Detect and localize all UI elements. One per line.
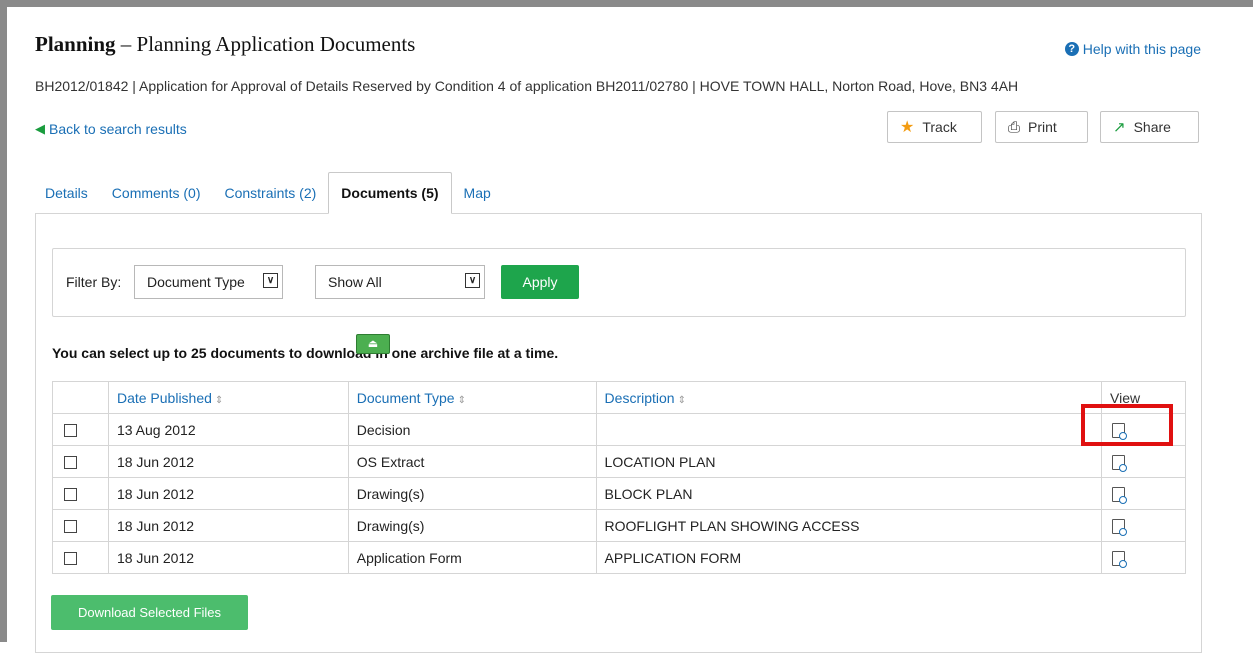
row-checkbox[interactable] [64, 424, 77, 438]
date-published-header[interactable]: Date Published ⇕ [107, 381, 349, 414]
back-link-label: Back to search results [49, 121, 187, 137]
track-label: Track [922, 119, 957, 135]
arrow-left-icon: ◀ [35, 121, 45, 136]
document-type-select[interactable]: Document Type ∨ [134, 265, 283, 299]
view-document-icon[interactable] [1112, 486, 1128, 504]
tab-documents[interactable]: Documents (5) [328, 172, 452, 214]
view-document-icon[interactable] [1112, 518, 1128, 536]
view-cell [1101, 445, 1186, 478]
view-cell [1101, 477, 1186, 510]
share-label: Share [1133, 119, 1171, 135]
date-cell: 18 Jun 2012 [107, 509, 349, 542]
download-selected-button[interactable]: Download Selected Files [51, 595, 248, 630]
date-cell: 18 Jun 2012 [107, 445, 349, 478]
documents-table: Date Published ⇕ Document Type ⇕ Descripti… [52, 381, 1186, 574]
row-select-cell [52, 509, 109, 542]
table-header-row: Date Published ⇕ Document Type ⇕ Descripti… [52, 381, 1186, 414]
help-link-label: Help with this page [1082, 41, 1201, 57]
type-cell: OS Extract [347, 445, 597, 478]
description-cell: BLOCK PLAN [595, 477, 1103, 510]
page-title-rest: – Planning Application Documents [115, 32, 416, 56]
document-type-header[interactable]: Document Type ⇕ [347, 381, 597, 414]
date-cell: 18 Jun 2012 [107, 541, 349, 574]
application-summary: BH2012/01842 | Application for Approval … [35, 78, 1019, 94]
help-link[interactable]: ? Help with this page [1064, 41, 1201, 57]
tab-map[interactable]: Map [452, 172, 503, 214]
view-cell [1101, 541, 1186, 574]
description-cell [595, 413, 1103, 446]
description-header-label: Description [604, 389, 675, 406]
back-to-results-link[interactable]: ◀ Back to search results [35, 121, 187, 137]
select-column-header [52, 381, 109, 414]
tab-constraints[interactable]: Constraints (2) [212, 172, 328, 214]
description-cell: APPLICATION FORM [595, 541, 1103, 574]
document-type-header-label: Document Type [356, 389, 455, 406]
filter-label: Filter By: [66, 274, 122, 290]
description-cell: LOCATION PLAN [595, 445, 1103, 478]
star-icon: ★ [900, 119, 915, 136]
type-cell: Drawing(s) [347, 509, 597, 542]
type-cell: Drawing(s) [347, 477, 597, 510]
description-cell: ROOFLIGHT PLAN SHOWING ACCESS [595, 509, 1103, 542]
date-cell: 13 Aug 2012 [107, 413, 349, 446]
question-icon: ? [1064, 42, 1079, 56]
view-document-icon[interactable] [1112, 454, 1128, 472]
track-button[interactable]: ★ Track [887, 111, 982, 143]
table-row: 18 Jun 2012 Drawing(s) BLOCK PLAN [52, 477, 1186, 510]
page-title: Planning – Planning Application Document… [35, 32, 415, 57]
window-top-border [0, 0, 1253, 7]
page-title-section: Planning [35, 32, 116, 56]
row-checkbox[interactable] [64, 488, 77, 502]
printer-icon: ⎙ [1008, 118, 1021, 136]
table-row: 18 Jun 2012 Drawing(s) ROOFLIGHT PLAN SH… [52, 509, 1186, 542]
chevron-down-icon: ∨ [465, 273, 480, 288]
row-checkbox[interactable] [64, 520, 77, 534]
description-header[interactable]: Description ⇕ [595, 381, 1103, 414]
tab-details[interactable]: Details [35, 172, 100, 214]
type-cell: Application Form [347, 541, 597, 574]
print-label: Print [1028, 119, 1057, 135]
document-type-value: Document Type [147, 274, 245, 290]
highlight-box [1081, 404, 1173, 446]
date-cell: 18 Jun 2012 [107, 477, 349, 510]
apply-button[interactable]: Apply [501, 265, 579, 299]
share-icon: ↗ [1113, 119, 1126, 136]
row-select-cell [52, 541, 109, 574]
download-note: You can select up to 25 documents to dow… [52, 345, 559, 361]
sort-icon: ⇕ [457, 394, 466, 406]
tab-bar: Details Comments (0) Constraints (2) Doc… [35, 172, 503, 214]
sort-icon: ⇕ [677, 394, 686, 406]
sort-icon: ⇕ [214, 394, 224, 406]
type-cell: Decision [347, 413, 597, 446]
chevron-down-icon: ∨ [263, 273, 278, 288]
show-select[interactable]: Show All ∨ [315, 265, 485, 299]
row-select-cell [52, 477, 109, 510]
table-row: 18 Jun 2012 Application Form APPLICATION… [52, 541, 1186, 574]
row-checkbox[interactable] [64, 552, 77, 566]
show-value: Show All [328, 274, 382, 290]
tab-comments[interactable]: Comments (0) [100, 172, 213, 214]
date-published-header-label: Date Published [116, 389, 212, 406]
row-select-cell [52, 445, 109, 478]
view-document-icon[interactable] [1112, 550, 1128, 568]
print-button[interactable]: ⎙ Print [995, 111, 1088, 143]
download-tooltip-icon: ⏏ [356, 334, 390, 354]
window-left-border [0, 0, 7, 642]
table-row: 18 Jun 2012 OS Extract LOCATION PLAN [52, 445, 1186, 478]
view-cell [1101, 509, 1186, 542]
share-button[interactable]: ↗ Share [1100, 111, 1199, 143]
table-row: 13 Aug 2012 Decision [52, 413, 1186, 446]
row-checkbox[interactable] [64, 456, 77, 470]
row-select-cell [52, 413, 109, 446]
